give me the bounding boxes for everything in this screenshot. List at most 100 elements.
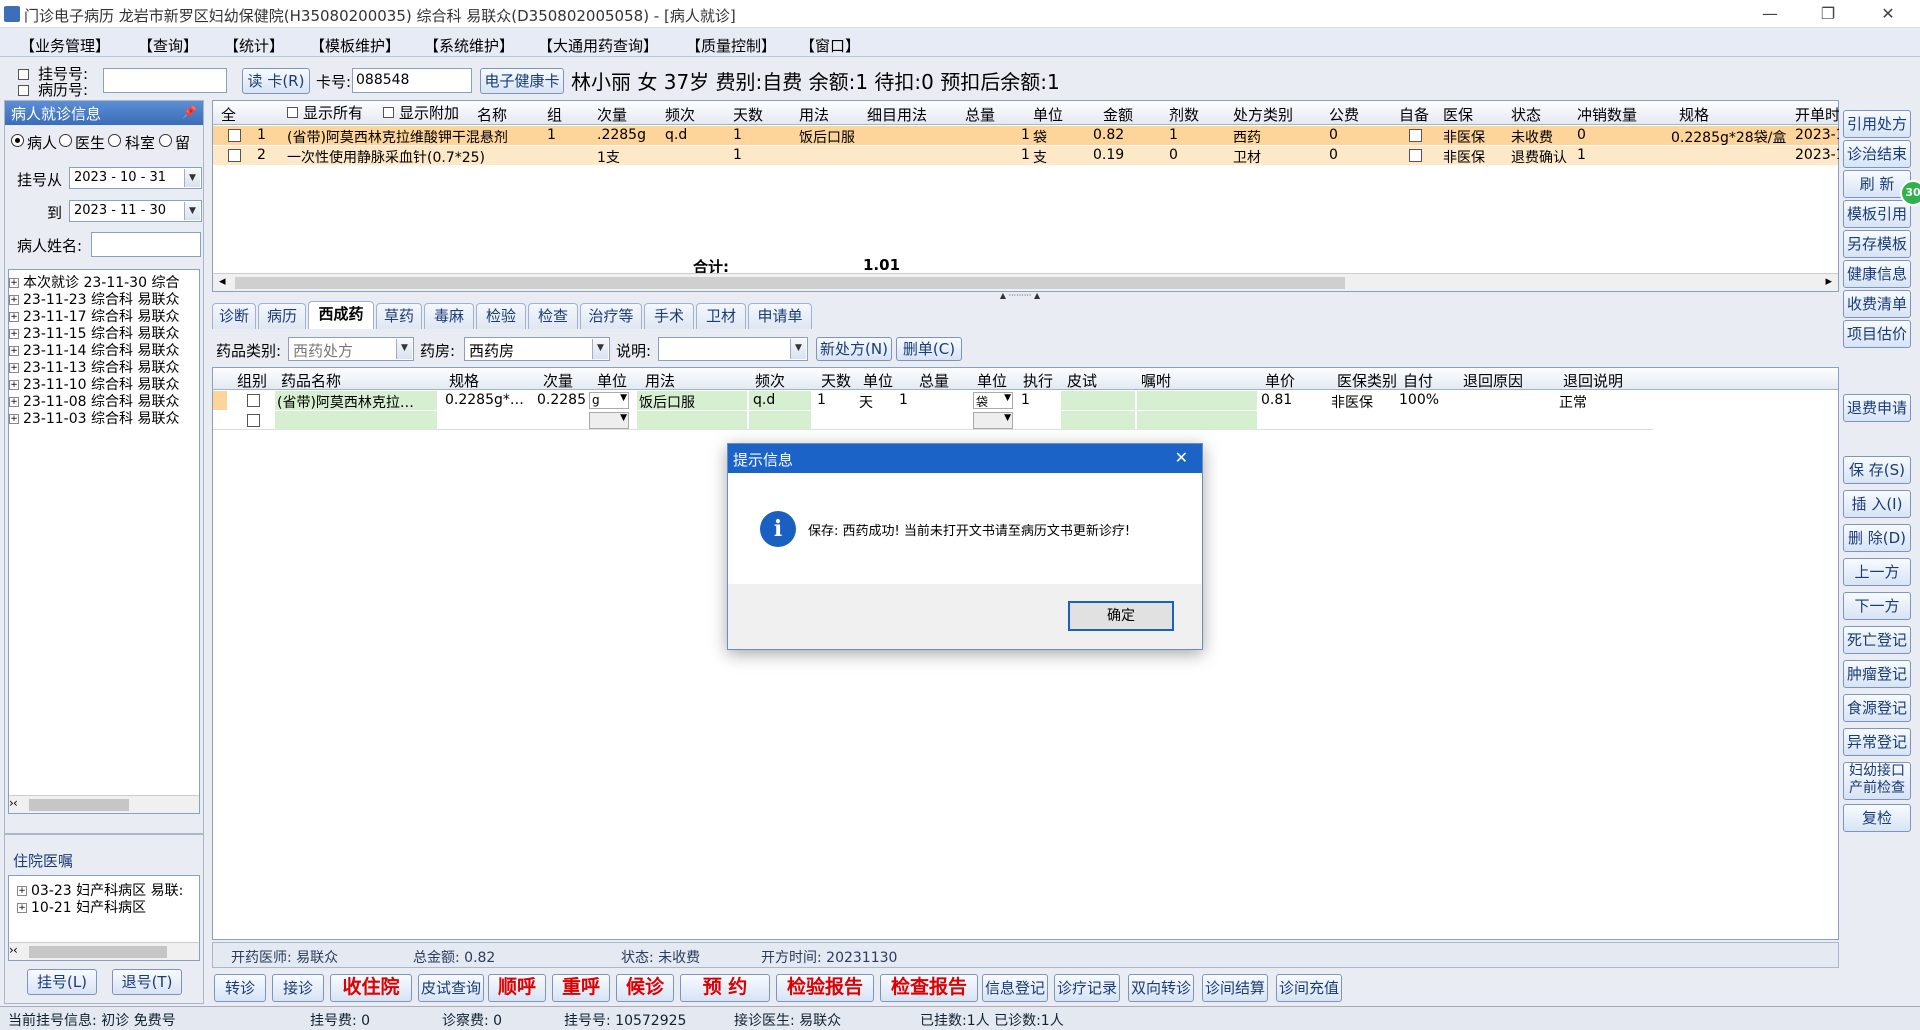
menu-quality[interactable]: 【质量控制】 <box>686 35 776 56</box>
usage-cell[interactable]: 饭后口服 <box>637 391 747 411</box>
tab-application[interactable]: 申请单 <box>748 303 812 329</box>
menu-business[interactable]: 【业务管理】 <box>20 35 110 56</box>
clinic-recharge-button[interactable]: 诊间充值 <box>1276 974 1342 1002</box>
refund-request-button[interactable]: 退费申请 <box>1843 394 1911 422</box>
chevron-right-icon[interactable]: › <box>9 796 195 810</box>
tab-medical-record[interactable]: 病历 <box>258 303 306 329</box>
unregister-button[interactable]: 退号(T) <box>112 969 182 995</box>
info-register-button[interactable]: 信息登记 <box>982 974 1048 1002</box>
lab-report-button[interactable]: 检验报告 <box>776 974 874 1002</box>
show-all-checkbox[interactable] <box>287 107 298 118</box>
charge-list-button[interactable]: 收费清单 <box>1843 290 1911 318</box>
transfer-button[interactable]: 转诊 <box>214 974 266 1002</box>
drug-name-cell[interactable] <box>275 411 437 430</box>
tab-supplies[interactable]: 卫材 <box>696 303 746 329</box>
freq-cell[interactable] <box>749 411 811 430</box>
row-checkbox[interactable] <box>228 129 241 142</box>
radio-patient[interactable] <box>11 134 24 147</box>
call-next-button[interactable]: 顺呼 <box>488 974 546 1002</box>
row-checkbox[interactable] <box>228 149 241 162</box>
chevron-right-icon[interactable]: ▸ <box>1825 274 1832 289</box>
register-button[interactable]: 挂号(L) <box>27 969 97 995</box>
patient-name-input[interactable] <box>91 232 201 257</box>
scroll-thumb[interactable] <box>235 277 1345 289</box>
note-select[interactable]: ▼ <box>658 337 808 361</box>
menu-window[interactable]: 【窗口】 <box>800 35 860 56</box>
splitter-handle[interactable]: ▲ ········· ▲ <box>980 292 1060 300</box>
chevron-down-icon[interactable]: ▼ <box>184 169 200 187</box>
tab-diagnosis[interactable]: 诊断 <box>212 303 256 329</box>
tab-exam[interactable]: 检查 <box>528 303 578 329</box>
row-checkbox[interactable] <box>247 394 260 407</box>
freq-cell[interactable]: q.d <box>749 391 811 410</box>
appointment-button[interactable]: 预 约 <box>680 974 770 1002</box>
menu-drug-query[interactable]: 【大通用药查询】 <box>538 35 658 56</box>
tab-surgery[interactable]: 手术 <box>644 303 694 329</box>
record-no-checkbox[interactable] <box>18 85 29 96</box>
chevron-down-icon[interactable]: ▼ <box>790 339 806 359</box>
row-checkbox[interactable] <box>247 414 260 427</box>
recall-button[interactable]: 重呼 <box>552 974 610 1002</box>
show-extra-checkbox[interactable] <box>383 107 394 118</box>
close-icon[interactable]: ✕ <box>1175 448 1188 467</box>
exec-cell[interactable]: 1 <box>1021 392 1030 408</box>
chevron-left-icon[interactable]: ◂ <box>219 274 226 289</box>
next-prescription-button[interactable]: 下一方 <box>1843 592 1911 620</box>
new-prescription-button[interactable]: 新处方(N) <box>816 337 892 361</box>
health-card-button[interactable]: 电子健康卡 <box>480 68 564 94</box>
ok-button[interactable]: 确定 <box>1068 601 1174 631</box>
tab-lab[interactable]: 检验 <box>476 303 526 329</box>
accept-button[interactable]: 接诊 <box>272 974 324 1002</box>
row-self-checkbox[interactable] <box>1409 149 1422 162</box>
reg-no-input[interactable] <box>103 68 227 93</box>
tree-item[interactable]: +10-21 妇产科病区 <box>17 897 146 917</box>
days-cell[interactable]: 1 <box>817 392 826 408</box>
horizontal-scrollbar[interactable]: ‹ › <box>9 795 199 813</box>
quote-prescription-button[interactable]: 引用处方 <box>1843 110 1911 138</box>
pin-icon[interactable]: 📌 <box>182 105 197 119</box>
reg-no-checkbox[interactable] <box>18 69 29 80</box>
clinic-settle-button[interactable]: 诊间结算 <box>1202 974 1268 1002</box>
date-from-picker[interactable]: 2023 - 10 - 31 ▼ <box>69 167 202 189</box>
notification-badge[interactable]: 30 <box>1900 180 1920 206</box>
skin-test-query-button[interactable]: 皮试查询 <box>418 974 484 1002</box>
table-row[interactable]: 1 (省带)阿莫西林克拉维酸钾干混悬剂 1 .2285g q.d 1 饭后口服 … <box>213 126 1845 146</box>
save-as-template-button[interactable]: 另存模板 <box>1843 230 1911 258</box>
read-card-button[interactable]: 读 卡(R) <box>242 68 310 94</box>
skin-test-cell[interactable] <box>1061 411 1135 430</box>
pharmacy-select[interactable]: 西药房 ▼ <box>464 337 610 361</box>
radio-dept[interactable] <box>108 134 121 147</box>
menu-query[interactable]: 【查询】 <box>138 35 198 56</box>
tab-herbal[interactable]: 草药 <box>376 303 422 329</box>
chevron-down-icon[interactable]: ▼ <box>620 393 627 403</box>
delete-button[interactable]: 删 除(D) <box>1843 524 1911 552</box>
chevron-down-icon[interactable]: ▼ <box>1004 413 1011 423</box>
row-self-checkbox[interactable] <box>1409 129 1422 142</box>
minimize-button[interactable]: — <box>1750 2 1790 26</box>
delete-prescription-button[interactable]: 删单(C) <box>896 337 962 361</box>
instruction-cell[interactable] <box>1137 411 1257 430</box>
instruction-cell[interactable] <box>1137 391 1257 410</box>
chevron-down-icon[interactable]: ▼ <box>620 413 627 423</box>
tab-treatment[interactable]: 治疗等 <box>580 303 642 329</box>
total-unit-select[interactable]: ▼ <box>973 412 1013 429</box>
finish-diagnosis-button[interactable]: 诊治结束 <box>1843 140 1911 168</box>
col-all[interactable]: 全 <box>221 104 236 125</box>
item-estimate-button[interactable]: 项目估价 <box>1843 320 1911 348</box>
treatment-records-button[interactable]: 诊疗记录 <box>1054 974 1120 1002</box>
death-register-button[interactable]: 死亡登记 <box>1843 626 1911 654</box>
tree-item[interactable]: +23-11-03 综合科 易联众 <box>9 408 179 428</box>
save-button[interactable]: 保 存(S) <box>1843 456 1911 484</box>
total-unit-select[interactable]: 袋 ▼ <box>973 392 1013 409</box>
radio-doctor[interactable] <box>59 134 72 147</box>
table-row[interactable]: ▼ ▼ <box>213 411 1653 430</box>
health-info-button[interactable]: 健康信息 <box>1843 260 1911 288</box>
date-to-picker[interactable]: 2023 - 11 - 30 ▼ <box>69 200 202 222</box>
horizontal-scrollbar[interactable]: ‹ › <box>9 942 199 960</box>
skin-test-cell[interactable] <box>1061 391 1135 410</box>
chevron-down-icon[interactable]: ▼ <box>184 202 200 220</box>
chevron-down-icon[interactable]: ▼ <box>592 339 608 359</box>
exam-report-button[interactable]: 检查报告 <box>880 974 978 1002</box>
admit-button[interactable]: 收住院 <box>330 974 412 1002</box>
abnormal-register-button[interactable]: 异常登记 <box>1843 728 1911 756</box>
